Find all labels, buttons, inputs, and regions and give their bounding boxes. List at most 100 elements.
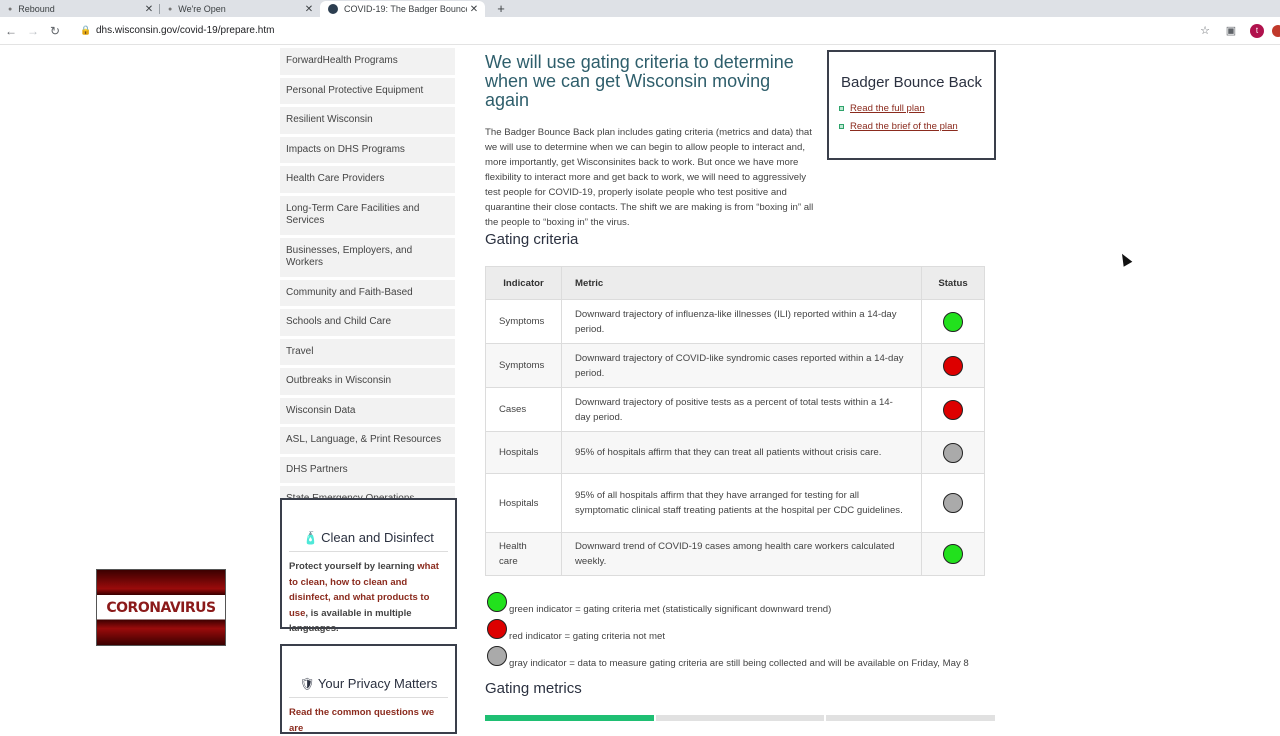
clean-disinfect-text: Protect yourself by learning what to cle… [289,559,448,637]
legend-item: red indicator = gating criteria not met [487,612,997,642]
legend-green-indicator-icon [487,592,507,612]
sidebar-item-schools[interactable]: Schools and Child Care [280,309,455,336]
forward-arrow-icon[interactable]: → [22,24,44,38]
table-row: Hospitals 95% of hospitals affirm that th… [485,431,985,474]
sidebar-item-long-term-care[interactable]: Long-Term Care Facilities and Services [280,195,455,235]
table-row: Symptoms Downward trajectory of influenza… [485,299,985,344]
page-content: ForwardHealth Programs Personal Protecti… [0,45,1280,734]
indicator-cell: Symptoms [485,343,562,388]
sidebar-item-health-care-providers[interactable]: Health Care Providers [280,166,455,193]
back-arrow-icon[interactable]: ← [0,24,22,38]
legend-text: green indicator = gating criteria met (s… [509,604,832,615]
sidebar-item-impacts-dhs[interactable]: Impacts on DHS Programs [280,136,455,163]
close-tab-icon[interactable]: ✕ [142,4,156,15]
indicator-cell: Cases [485,387,562,432]
status-green-indicator-icon [943,544,963,564]
privacy-text: Read the common questions we are [289,705,448,736]
browser-toolbar: ← → ↻ 🔒 dhs.wisconsin.gov/covid-19/prepa… [0,17,1280,45]
browser-tab-were-open[interactable]: ● We're Open ✕ [159,1,320,17]
sidebar-item-wisconsin-data[interactable]: Wisconsin Data [280,397,455,424]
sidebar-item-ppe[interactable]: Personal Protective Equipment [280,77,455,104]
bullet-icon [839,106,844,111]
close-tab-icon[interactable]: ✕ [467,4,481,15]
sidebar-item-resilient-wisconsin[interactable]: Resilient Wisconsin [280,107,455,134]
bookmark-star-icon[interactable]: ☆ [1192,24,1218,37]
metric-tab[interactable] [655,715,825,721]
sidebar-item-asl-language[interactable]: ASL, Language, & Print Resources [280,427,455,454]
browser-tab-rebound[interactable]: ● Rebound ✕ [0,1,160,17]
status-cell [921,532,985,576]
audio-tab-icon: ● [8,5,13,13]
status-gray-indicator-icon [943,442,963,463]
status-cell [921,473,985,533]
metric-cell: Downward trajectory of COVID-like syndro… [561,343,922,388]
card-title-text: Clean and Disinfect [321,530,434,545]
metric-tab[interactable] [826,715,996,721]
table-row: Health care Downward trend of COVID-19 ca… [485,532,985,576]
status-red-indicator-icon [943,399,963,420]
metric-tab[interactable] [485,715,654,721]
indicator-cell: Hospitals [485,431,562,474]
card-title-text: Your Privacy Matters [317,676,438,691]
toolbar-icons: ☆ ▣ t [1192,23,1280,38]
legend-text: gray indicator = data to measure gating … [509,658,969,669]
sidebar-item-businesses[interactable]: Businesses, Employers, and Workers [280,237,455,277]
status-green-indicator-icon [943,311,963,332]
tab-title: COVID-19: The Badger Bounce [344,4,467,14]
status-cell [921,431,985,474]
sidebar-item-forwardhealth[interactable]: ForwardHealth Programs [280,48,455,75]
status-red-indicator-icon [943,355,963,376]
address-bar[interactable]: 🔒 dhs.wisconsin.gov/covid-19/prepare.htm [72,20,1192,42]
indicator-cell: Health care [485,532,562,576]
skype-extension-icon[interactable]: ▣ [1218,24,1244,37]
legend-red-indicator-icon [487,619,507,639]
table-row: Cases Downward trajectory of positive tes… [485,387,985,432]
mouse-cursor [1117,251,1133,267]
browser-tab-badger-bounce[interactable]: COVID-19: The Badger Bounce ✕ [320,1,485,17]
privacy-questions-link[interactable]: Read the common questions we are [289,707,434,734]
spray-bottle-icon: 🧴 [303,531,319,545]
float-spacer [827,125,997,220]
gating-criteria-table: Indicator Metric Status Symptoms Downward… [485,266,985,576]
status-gray-indicator-icon [943,493,963,513]
status-cell [921,343,985,388]
privacy-card: 🛡 Your Privacy Matters Read the common qu… [280,644,457,734]
gating-criteria-heading: Gating criteria [485,231,579,248]
reload-icon[interactable]: ↻ [44,24,66,38]
audio-tab-icon: ● [168,5,173,13]
close-tab-icon[interactable]: ✕ [302,4,316,15]
browser-tab-bar: ● Rebound ✕ ● We're Open ✕ COVID-19: The… [0,0,1280,17]
privacy-title: 🛡 Your Privacy Matters [289,668,448,698]
column-header-metric: Metric [561,266,922,300]
bbb-title: Badger Bounce Back [841,74,982,91]
shield-icon: 🛡 [299,677,315,691]
sidebar-item-dhs-partners[interactable]: DHS Partners [280,456,455,483]
coronavirus-badge-text: CORONAVIRUS [106,599,216,616]
table-row: Symptoms Downward trajectory of COVID-lik… [485,343,985,388]
metric-cell: Downward trajectory of positive tests as… [561,387,922,432]
intro-text: The Badger Bounce Back plan includes gat… [485,127,814,228]
column-header-indicator: Indicator [485,266,562,300]
read-full-plan-link[interactable]: Read the full plan [850,103,925,114]
sidebar-item-travel[interactable]: Travel [280,338,455,365]
table-header-row: Indicator Metric Status [485,266,985,300]
sidebar-item-community[interactable]: Community and Faith-Based [280,279,455,306]
gating-metrics-tabs [485,715,997,721]
profile-avatar[interactable]: t [1250,23,1264,38]
clean-disinfect-card: 🧴 Clean and Disinfect Protect yourself by… [280,498,457,634]
intro-paragraph: The Badger Bounce Back plan includes gat… [485,125,997,230]
extension-icon[interactable] [1272,24,1280,37]
tab-title: Rebound [18,4,55,14]
new-tab-button[interactable]: + [491,1,511,17]
site-favicon-icon [328,4,338,14]
page-heading: We will use gating criteria to determine… [485,52,794,110]
metric-cell: Downward trend of COVID-19 cases among h… [561,532,922,576]
legend-item: green indicator = gating criteria met (s… [487,585,997,615]
status-cell [921,387,985,432]
metric-cell: 95% of hospitals affirm that they can tr… [561,431,922,474]
status-legend: green indicator = gating criteria met (s… [487,585,997,669]
sidebar-item-outbreaks[interactable]: Outbreaks in Wisconsin [280,368,455,395]
url-text[interactable]: dhs.wisconsin.gov/covid-19/prepare.htm [96,25,274,36]
coronavirus-badge: CORONAVIRUS [96,569,226,646]
bbb-link-item: Read the full plan [839,103,984,114]
